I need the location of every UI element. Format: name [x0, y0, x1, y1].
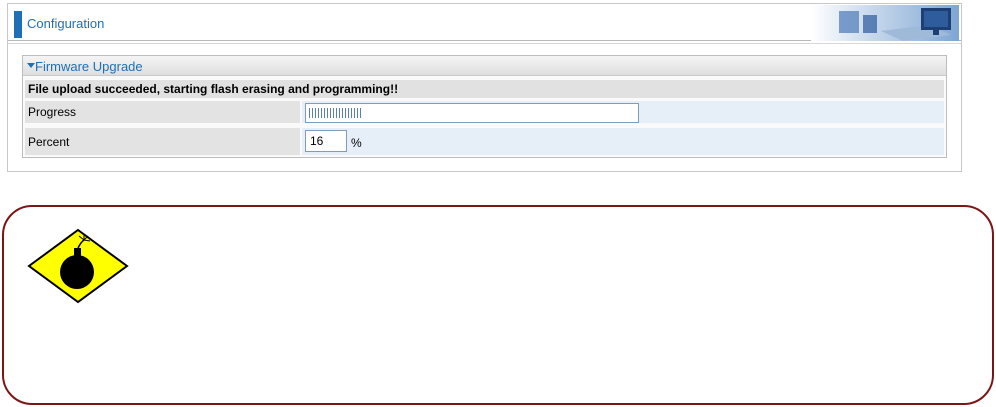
percent-label-cell: Percent — [25, 128, 300, 155]
firmware-upgrade-panel: Firmware Upgrade File upload succeeded, … — [22, 55, 947, 158]
warning-note-box — [2, 205, 994, 405]
percent-row: Percent % — [25, 128, 944, 155]
panel-header[interactable]: Firmware Upgrade — [23, 56, 946, 76]
progress-row: Progress — [25, 101, 944, 123]
header-divider — [8, 43, 961, 44]
progress-value-cell — [302, 101, 944, 123]
status-row: File upload succeeded, starting flash er… — [25, 80, 944, 98]
progress-label: Progress — [28, 105, 77, 119]
progress-label-cell: Progress — [25, 101, 300, 123]
percent-unit: % — [351, 136, 362, 150]
progress-fill — [309, 108, 361, 118]
status-message: File upload succeeded, starting flash er… — [28, 82, 399, 96]
bomb-warning-icon — [27, 228, 129, 304]
page-title: Configuration — [27, 16, 105, 31]
header-accent-bar — [14, 11, 22, 38]
progress-bar — [305, 103, 639, 123]
percent-input[interactable] — [305, 130, 347, 152]
percent-value-cell: % — [302, 128, 944, 155]
configuration-frame: Configuration Firmware Upgrade File uplo… — [7, 3, 962, 172]
triangle-down-icon — [27, 63, 35, 68]
panel-title: Firmware Upgrade — [35, 59, 143, 74]
page-header: Configuration — [8, 4, 961, 41]
percent-label: Percent — [28, 135, 70, 149]
office-desk-icon — [811, 5, 959, 41]
